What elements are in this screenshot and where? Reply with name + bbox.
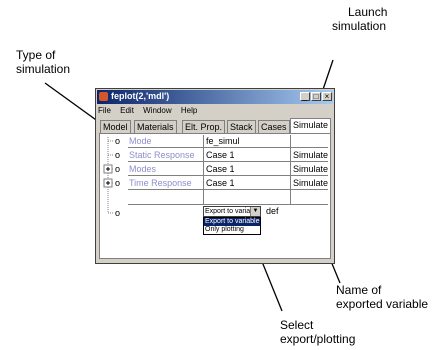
grid-divider xyxy=(290,135,291,205)
title-bar[interactable]: feplot(2,'mdl') _ □ × xyxy=(97,90,333,104)
export-mode-select[interactable]: Export to variable ▼ xyxy=(203,206,261,217)
simulate-modes-button[interactable]: Simulate xyxy=(293,163,328,175)
callout-text: exported variable xyxy=(336,297,429,311)
chevron-down-icon[interactable]: ▼ xyxy=(250,207,260,216)
simulate-static-button[interactable]: Simulate xyxy=(293,149,328,161)
window-title: feplot(2,'mdl') xyxy=(111,91,170,101)
close-button[interactable]: × xyxy=(322,92,332,101)
row-label-mode: Mode xyxy=(129,136,152,146)
dropdown-option-export-to-variable[interactable]: Export to variable xyxy=(204,218,260,226)
grid-divider xyxy=(128,175,328,176)
callout-type-of-simulation: Type of simulation xyxy=(16,48,70,76)
tab-materials[interactable]: Materials xyxy=(134,120,177,133)
menu-help[interactable]: Help xyxy=(181,106,197,115)
tree-node-icon[interactable]: o xyxy=(115,177,120,189)
feplot-window: feplot(2,'mdl') _ □ × File Edit Window H… xyxy=(95,88,335,264)
tree-node-icon[interactable]: o xyxy=(115,163,120,175)
grid-divider xyxy=(128,204,328,205)
menu-window[interactable]: Window xyxy=(143,106,171,115)
callout-text: Type of xyxy=(16,48,56,62)
menu-file[interactable]: File xyxy=(98,106,111,115)
tree-node-icon[interactable]: o xyxy=(115,135,120,147)
grid-divider xyxy=(128,161,328,162)
tab-elt-prop[interactable]: Elt. Prop. xyxy=(182,120,226,133)
minimize-button[interactable]: _ xyxy=(300,92,310,101)
row-value-mode[interactable]: fe_simul xyxy=(206,135,240,147)
row-value-time-response[interactable]: Case 1 xyxy=(206,177,235,189)
grid-divider xyxy=(128,189,328,190)
menu-bar: File Edit Window Help xyxy=(98,106,204,118)
row-value-static-response[interactable]: Case 1 xyxy=(206,149,235,161)
simulate-panel: o Mode fe_simul o Static Response Case 1… xyxy=(99,133,331,259)
callout-text: Select xyxy=(280,318,314,332)
matlab-app-icon xyxy=(99,92,108,101)
callout-text: simulation xyxy=(332,19,387,33)
maximize-button[interactable]: □ xyxy=(311,92,321,101)
callout-text: export/plotting xyxy=(280,332,356,346)
callout-launch-simulation: Launch simulation xyxy=(332,5,387,33)
export-variable-name-field[interactable]: def xyxy=(266,205,279,217)
row-label-modes: Modes xyxy=(129,164,157,174)
tree-node-icon[interactable]: o xyxy=(115,149,120,161)
menu-edit[interactable]: Edit xyxy=(120,106,134,115)
grid-divider xyxy=(128,147,328,148)
tab-simulate[interactable]: Simulate xyxy=(290,118,332,133)
grid-divider xyxy=(203,135,204,205)
tab-cases[interactable]: Cases xyxy=(258,120,290,133)
callout-name-exported: Name of exported variable xyxy=(336,283,428,311)
callout-text: Launch xyxy=(348,5,388,19)
row-value-modes[interactable]: Case 1 xyxy=(206,163,235,175)
tree-node-icon[interactable]: o xyxy=(115,207,120,219)
callout-select-export: Select export/plotting xyxy=(280,318,355,346)
export-mode-dropdown-list: Export to variable Only plotting xyxy=(203,217,261,235)
callout-text: simulation xyxy=(16,62,71,76)
tab-stack[interactable]: Stack xyxy=(227,120,256,133)
callout-text: Name of xyxy=(336,283,382,297)
row-label-time-response: Time Response xyxy=(129,178,192,188)
row-label-static-response: Static Response xyxy=(129,150,195,160)
tab-model[interactable]: Model xyxy=(100,120,131,133)
dropdown-option-only-plotting[interactable]: Only plotting xyxy=(204,226,260,234)
simulate-time-button[interactable]: Simulate xyxy=(293,177,328,189)
